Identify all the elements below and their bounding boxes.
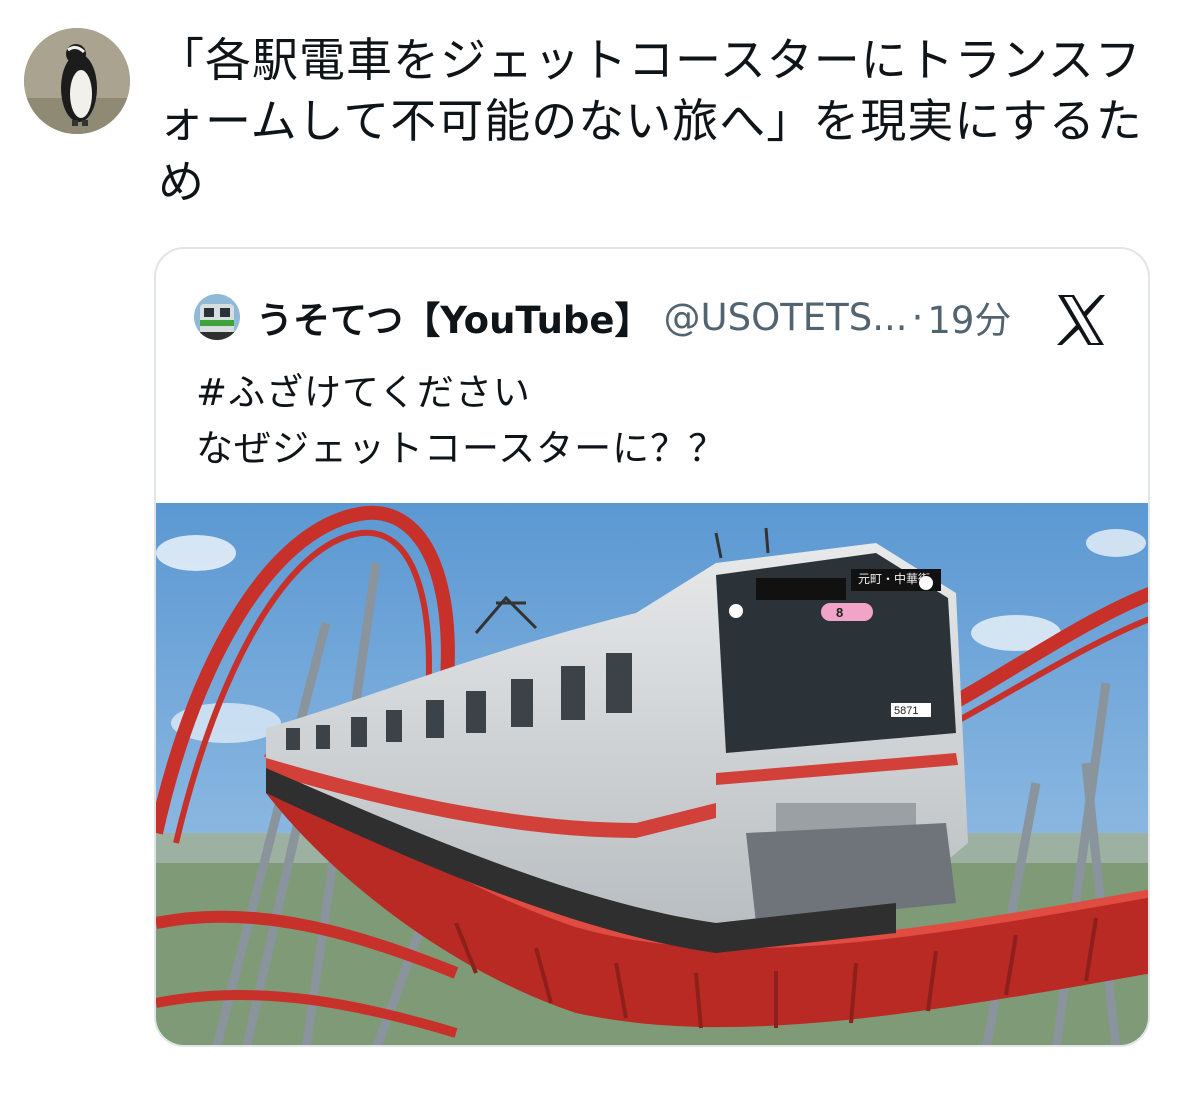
tweet-text: 「各駅電車をジェットコースターにトランスフォームして不可能のない旅へ」を現実にす… xyxy=(158,33,1143,209)
car-number-label: 5871 xyxy=(894,705,918,717)
x-logo-icon xyxy=(1052,291,1110,349)
quote-tweet-card[interactable]: うそてつ【YouTube】 @USOTETS... · 19分 #ふざけてくださ… xyxy=(154,247,1150,1047)
quote-timestamp[interactable]: 19分 xyxy=(927,290,1011,344)
car-count-label: 8 xyxy=(836,605,843,620)
tweet-view: 「各駅電車をジェットコースターにトランスフォームして不可能のない旅へ」を現実にす… xyxy=(0,0,1179,1103)
quote-avatar[interactable] xyxy=(194,294,240,340)
quote-separator: · xyxy=(911,295,924,339)
green-train-avatar-icon xyxy=(194,294,240,340)
quote-media-image[interactable]: 8 元町・中華街 5871 xyxy=(156,503,1148,1045)
train-rollercoaster-image: 8 元町・中華街 5871 xyxy=(156,503,1148,1045)
quote-header: うそてつ【YouTube】 @USOTETS... · 19分 xyxy=(194,287,1011,347)
penguin-avatar-icon xyxy=(24,28,130,134)
user-avatar[interactable] xyxy=(24,28,130,134)
quote-display-name[interactable]: うそてつ【YouTube】 xyxy=(256,290,652,344)
quote-handle[interactable]: @USOTETS... xyxy=(664,296,908,339)
quote-text: #ふざけてください なぜジェットコースターに？？ xyxy=(196,371,727,470)
destination-label: 元町・中華街 xyxy=(858,571,930,586)
